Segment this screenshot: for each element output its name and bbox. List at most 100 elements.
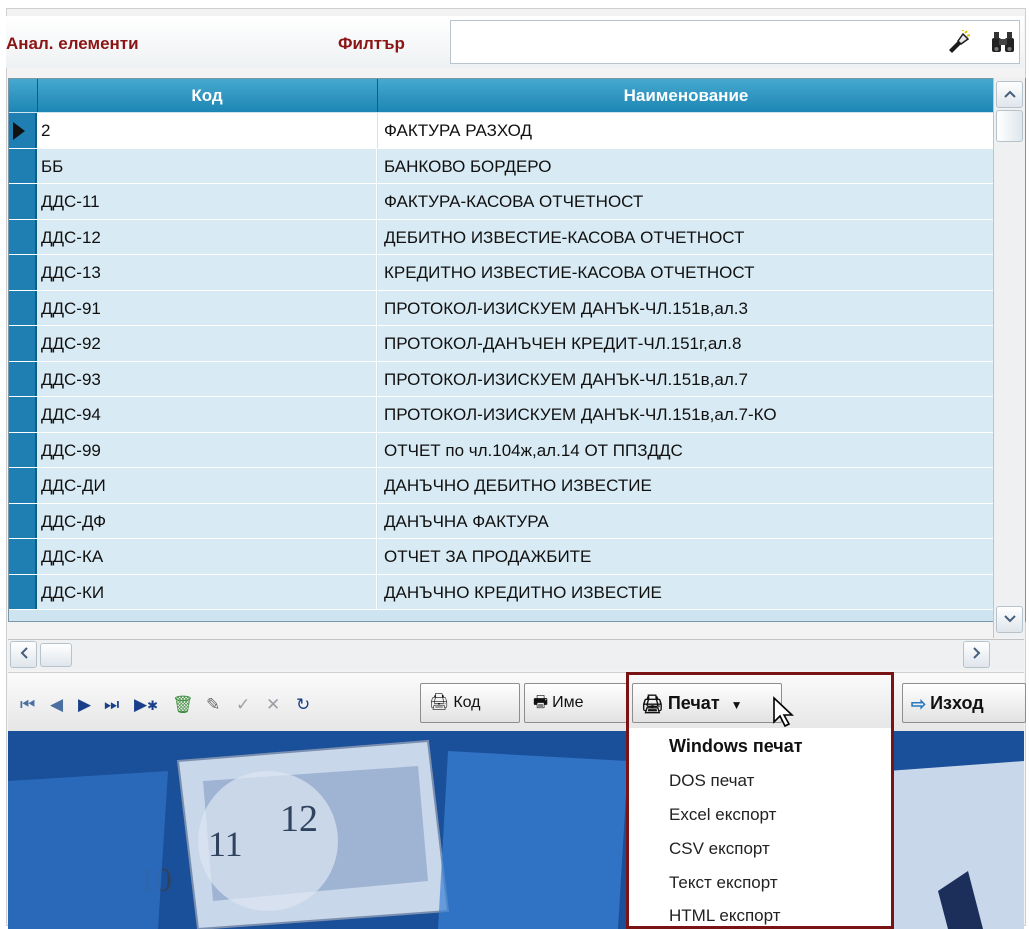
row-indicator[interactable] [9, 397, 37, 432]
cell-code[interactable]: ДДС-КИ [37, 574, 377, 609]
data-grid[interactable]: Код Наименование 2 ФАКТУРА РАЗХОД ББ БАНКОВ… [8, 78, 1026, 622]
cell-code[interactable]: ДДС-99 [37, 432, 377, 467]
table-row[interactable]: ДДС-99 ОТЧЕТ по чл.104ж,ал.14 ОТ ППЗДДС [9, 432, 994, 468]
cell-code[interactable]: ДДС-94 [37, 397, 377, 432]
chevron-down-icon [1003, 615, 1016, 623]
scroll-left-button[interactable] [10, 641, 37, 668]
first-record-icon[interactable]: ⏮ [20, 695, 35, 715]
cell-name[interactable]: ПРОТОКОЛ-ДАНЪЧЕН КРЕДИТ-ЧЛ.151г,ал.8 [378, 326, 994, 361]
cell-name[interactable]: ПРОТОКОЛ-ИЗИСКУЕМ ДАНЪК-ЧЛ.151в,ал.7-КО [378, 397, 994, 432]
table-row[interactable]: ДДС-КА ОТЧЕТ ЗА ПРОДАЖБИТЕ [9, 539, 994, 575]
cell-code[interactable]: ДДС-12 [37, 219, 377, 254]
row-pointer-icon [13, 122, 25, 140]
cell-name[interactable]: ФАКТУРА-КАСОВА ОТЧЕТНОСТ [378, 184, 994, 219]
row-indicator[interactable] [9, 468, 37, 503]
print-by-code-button[interactable]: 🖨 Код [420, 683, 520, 723]
row-indicator[interactable] [9, 113, 37, 148]
filter-label: Филтър [338, 34, 405, 53]
chevron-up-icon [1003, 90, 1016, 98]
prev-record-icon[interactable]: ◀ [50, 695, 63, 715]
edit-record-icon[interactable]: ✎ [206, 695, 220, 715]
clock-number-12: 12 [280, 798, 318, 840]
print-by-name-button[interactable]: 🖶 Име [524, 683, 628, 723]
cell-code[interactable]: ДДС-92 [37, 326, 377, 361]
cancel-icon[interactable]: ✕ [266, 695, 280, 715]
grid-rows: 2 ФАКТУРА РАЗХОД ББ БАНКОВО БОРДЕРО ДДС-11 ФА… [9, 113, 994, 610]
cell-name[interactable]: ОТЧЕТ по чл.104ж,ал.14 ОТ ППЗДДС [378, 432, 994, 467]
column-header-kod[interactable]: Код [37, 79, 378, 112]
row-indicator[interactable] [9, 326, 37, 361]
row-indicator[interactable] [9, 219, 37, 254]
grid-header-indicator [9, 79, 38, 112]
printer-list-icon: 🖶 [533, 694, 549, 711]
table-row[interactable]: 2 ФАКТУРА РАЗХОД [9, 113, 994, 149]
cell-code[interactable]: ДДС-КА [37, 539, 377, 574]
cell-name[interactable]: ФАКТУРА РАЗХОД [378, 113, 994, 148]
table-row[interactable]: ДДС-92 ПРОТОКОЛ-ДАНЪЧЕН КРЕДИТ-ЧЛ.151г,ал… [9, 326, 994, 362]
cell-code[interactable]: 2 [37, 113, 377, 148]
chevron-right-icon [972, 647, 980, 659]
cell-code[interactable]: ДДС-11 [37, 184, 377, 219]
table-row[interactable]: ДДС-ДФ ДАНЪЧНА ФАКТУРА [9, 503, 994, 539]
confirm-icon[interactable]: ✓ [236, 695, 250, 715]
flashlight-icon[interactable] [946, 30, 970, 54]
print-by-name-label: Име [552, 694, 584, 712]
cell-name[interactable]: ДАНЪЧНО КРЕДИТНО ИЗВЕСТИЕ [378, 574, 994, 609]
table-row[interactable]: ДДС-94 ПРОТОКОЛ-ИЗИСКУЕМ ДАНЪК-ЧЛ.151в,ал… [9, 397, 994, 433]
clock-number-11: 11 [208, 824, 243, 864]
row-indicator[interactable] [9, 184, 37, 219]
table-row[interactable]: ДДС-12 ДЕБИТНО ИЗВЕСТИЕ-КАСОВА ОТЧЕТНОСТ [9, 219, 994, 255]
filter-input[interactable] [450, 20, 1020, 64]
scroll-up-button[interactable] [996, 81, 1023, 108]
cell-name[interactable]: КРЕДИТНО ИЗВЕСТИЕ-КАСОВА ОТЧЕТНОСТ [378, 255, 994, 290]
row-indicator[interactable] [9, 432, 37, 467]
cell-code[interactable]: ДДС-ДИ [37, 468, 377, 503]
table-row[interactable]: ДДС-ДИ ДАНЪЧНО ДЕБИТНО ИЗВЕСТИЕ [9, 468, 994, 504]
row-indicator[interactable] [9, 255, 37, 290]
row-indicator[interactable] [9, 361, 37, 396]
scroll-down-button[interactable] [996, 606, 1023, 633]
scroll-right-button[interactable] [963, 641, 990, 668]
cell-code[interactable]: ДДС-ДФ [37, 503, 377, 538]
refresh-icon[interactable]: ↻ [296, 695, 310, 715]
cell-name[interactable]: ПРОТОКОЛ-ИЗИСКУЕМ ДАНЪК-ЧЛ.151в,ал.3 [378, 290, 994, 325]
cell-code[interactable]: ББ [37, 148, 377, 183]
cell-code[interactable]: ДДС-13 [37, 255, 377, 290]
new-record-icon[interactable]: ▶✱ [134, 695, 158, 715]
cell-name[interactable]: ОТЧЕТ ЗА ПРОДАЖБИТЕ [378, 539, 994, 574]
row-indicator[interactable] [9, 148, 37, 183]
column-header-name[interactable]: Наименование [378, 79, 994, 112]
grid-header: Код Наименование [9, 79, 994, 112]
table-row[interactable]: ДДС-93 ПРОТОКОЛ-ИЗИСКУЕМ ДАНЪК-ЧЛ.151в,ал… [9, 361, 994, 397]
delete-record-icon[interactable]: 🗑 [172, 695, 194, 715]
exit-button[interactable]: ⇨ Изход [902, 683, 1026, 723]
exit-door-icon: ⇨ [911, 694, 927, 715]
table-row[interactable]: ДДС-11 ФАКТУРА-КАСОВА ОТЧЕТНОСТ [9, 184, 994, 220]
cell-name[interactable]: ДЕБИТНО ИЗВЕСТИЕ-КАСОВА ОТЧЕТНОСТ [378, 219, 994, 254]
cell-name[interactable]: БАНКОВО БОРДЕРО [378, 148, 994, 183]
chevron-left-icon [20, 647, 28, 659]
cell-name[interactable]: ДАНЪЧНО ДЕБИТНО ИЗВЕСТИЕ [378, 468, 994, 503]
last-record-icon[interactable]: ⏭ [104, 695, 119, 715]
vertical-scroll-thumb[interactable] [996, 110, 1023, 142]
row-indicator[interactable] [9, 574, 37, 609]
cell-name[interactable]: ДАНЪЧНА ФАКТУРА [378, 503, 994, 538]
printer-icon: 🖨 [429, 694, 450, 711]
highlight-box [626, 672, 894, 929]
cell-code[interactable]: ДДС-91 [37, 290, 377, 325]
row-indicator[interactable] [9, 503, 37, 538]
horizontal-scroll-thumb[interactable] [40, 643, 72, 667]
binoculars-icon[interactable] [990, 30, 1016, 54]
horizontal-scrollbar[interactable] [8, 639, 1024, 670]
table-row[interactable]: ДДС-КИ ДАНЪЧНО КРЕДИТНО ИЗВЕСТИЕ [9, 574, 994, 610]
next-record-icon[interactable]: ▶ [78, 695, 91, 715]
cell-name[interactable]: ПРОТОКОЛ-ИЗИСКУЕМ ДАНЪК-ЧЛ.151в,ал.7 [378, 361, 994, 396]
table-row[interactable]: ДДС-13 КРЕДИТНО ИЗВЕСТИЕ-КАСОВА ОТЧЕТНОСТ [9, 255, 994, 291]
cell-code[interactable]: ДДС-93 [37, 361, 377, 396]
row-indicator[interactable] [9, 290, 37, 325]
vertical-scrollbar[interactable] [993, 78, 1025, 638]
exit-label: Изход [930, 693, 984, 713]
table-row[interactable]: ББ БАНКОВО БОРДЕРО [9, 148, 994, 184]
table-row[interactable]: ДДС-91 ПРОТОКОЛ-ИЗИСКУЕМ ДАНЪК-ЧЛ.151в,ал… [9, 290, 994, 326]
row-indicator[interactable] [9, 539, 37, 574]
